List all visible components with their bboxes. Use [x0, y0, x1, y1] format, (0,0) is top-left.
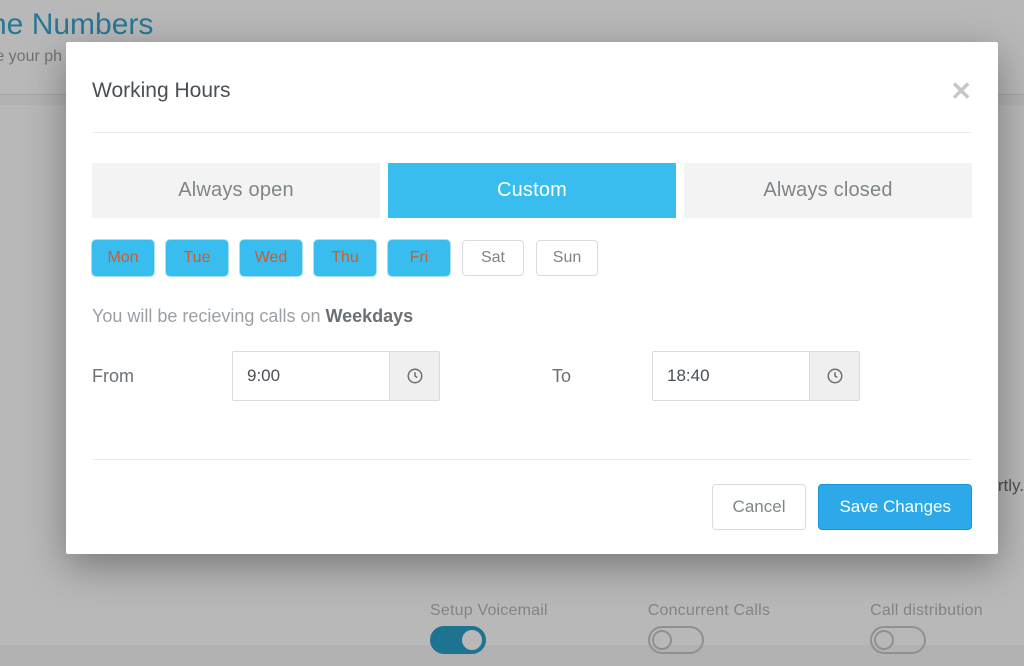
from-time-input[interactable]	[233, 352, 389, 400]
modal-title: Working Hours	[92, 79, 231, 103]
schedule-mode-tabs: Always open Custom Always closed	[92, 163, 972, 218]
from-group: From	[92, 351, 532, 401]
to-time-input[interactable]	[653, 352, 809, 400]
tab-always-open[interactable]: Always open	[92, 163, 380, 218]
day-mon[interactable]: Mon	[92, 240, 154, 276]
cancel-button[interactable]: Cancel	[712, 484, 807, 530]
time-range-row: From To	[92, 351, 972, 401]
summary-prefix: You will be recieving calls on	[92, 306, 325, 326]
from-label: From	[92, 366, 232, 387]
close-icon[interactable]: ✕	[950, 78, 972, 104]
day-sun[interactable]: Sun	[536, 240, 598, 276]
from-input-wrap	[232, 351, 440, 401]
day-thu[interactable]: Thu	[314, 240, 376, 276]
day-tue[interactable]: Tue	[166, 240, 228, 276]
tab-custom[interactable]: Custom	[388, 163, 676, 218]
day-fri[interactable]: Fri	[388, 240, 450, 276]
working-hours-modal: Working Hours ✕ Always open Custom Alway…	[66, 42, 998, 554]
schedule-summary: You will be recieving calls on Weekdays	[92, 306, 972, 327]
to-label: To	[532, 366, 652, 387]
day-sat[interactable]: Sat	[462, 240, 524, 276]
modal-header: Working Hours ✕	[92, 78, 972, 133]
modal-footer: Cancel Save Changes	[92, 459, 972, 530]
from-clock-button[interactable]	[389, 352, 439, 400]
day-wed[interactable]: Wed	[240, 240, 302, 276]
to-group: To	[532, 351, 972, 401]
to-clock-button[interactable]	[809, 352, 859, 400]
summary-days: Weekdays	[325, 306, 413, 326]
save-button[interactable]: Save Changes	[818, 484, 972, 530]
clock-icon	[406, 367, 424, 385]
tab-always-closed[interactable]: Always closed	[684, 163, 972, 218]
to-input-wrap	[652, 351, 860, 401]
clock-icon	[826, 367, 844, 385]
day-selector: Mon Tue Wed Thu Fri Sat Sun	[92, 240, 972, 276]
